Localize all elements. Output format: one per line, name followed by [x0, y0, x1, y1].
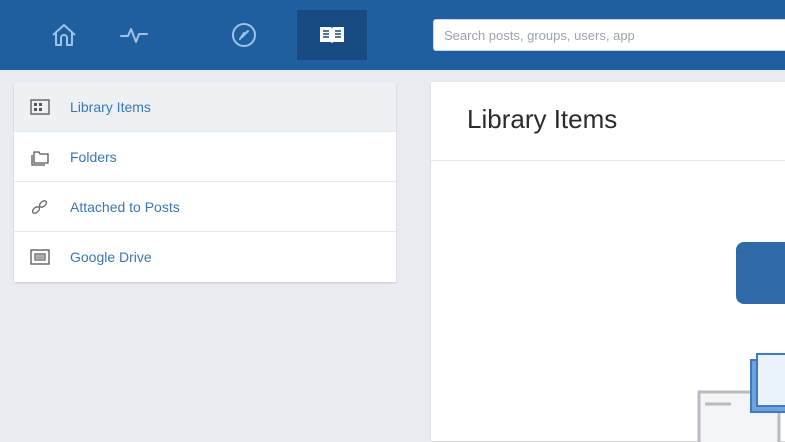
primary-action-button[interactable] — [736, 242, 785, 304]
activity-icon — [120, 28, 148, 43]
sidebar-item-library-items[interactable]: Library Items — [14, 82, 396, 132]
search-input[interactable] — [433, 19, 785, 51]
nav-activity-button[interactable] — [99, 10, 169, 60]
grid-icon — [22, 98, 58, 116]
library-book-icon — [320, 27, 344, 44]
sidebar-item-attached-to-posts[interactable]: Attached to Posts — [14, 182, 396, 232]
nav-library-button[interactable] — [297, 10, 367, 60]
sidebar-item-label: Library Items — [70, 98, 151, 115]
main-panel: Library Items — [431, 82, 785, 442]
sidebar-item-label: Attached to Posts — [70, 198, 180, 215]
compass-icon — [232, 23, 256, 47]
library-sidebar: Library Items Folders Attached to Posts — [14, 82, 396, 282]
sidebar-item-folders[interactable]: Folders — [14, 132, 396, 182]
sidebar-item-label: Google Drive — [70, 249, 152, 265]
link-icon — [22, 198, 58, 216]
nav-home-button[interactable] — [29, 10, 99, 60]
home-icon — [52, 24, 76, 46]
page-title: Library Items — [467, 104, 618, 134]
drive-icon — [22, 248, 58, 266]
sidebar-item-google-drive[interactable]: Google Drive — [14, 232, 396, 282]
divider — [431, 160, 785, 161]
sidebar-item-label: Folders — [70, 148, 117, 165]
top-nav-bar — [0, 0, 785, 70]
empty-library-illustration — [697, 353, 785, 442]
folders-icon — [22, 148, 58, 166]
nav-explore-button[interactable] — [209, 10, 279, 60]
